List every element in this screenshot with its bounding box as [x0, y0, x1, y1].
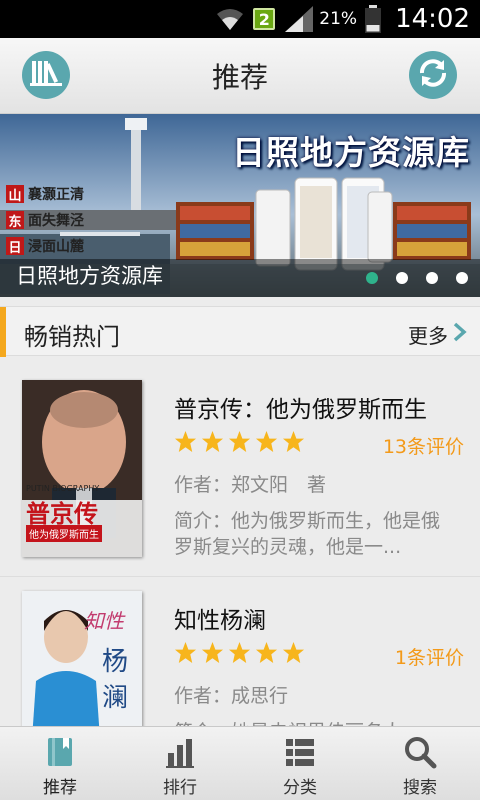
- pager-dot[interactable]: [366, 272, 378, 284]
- tab-ranking[interactable]: 排行: [120, 727, 240, 800]
- star-icon: [228, 430, 251, 453]
- star-icon: [255, 430, 278, 453]
- tab-search[interactable]: 搜索: [360, 727, 480, 800]
- more-link[interactable]: 更多: [408, 320, 448, 349]
- slogan-badge: 东: [6, 211, 24, 230]
- section-title: 畅销热门: [24, 323, 120, 351]
- clock: 14:02: [395, 4, 470, 34]
- star-icon: [255, 641, 278, 664]
- refresh-button[interactable]: [409, 51, 457, 99]
- refresh-icon: [416, 56, 450, 94]
- status-bar: 2 21% 14:02: [0, 0, 480, 38]
- cover-headline: 普京传: [26, 500, 98, 528]
- battery-percent: 21%: [319, 9, 358, 29]
- banner-slogan-1: 山 襄灏正清: [6, 184, 116, 204]
- banner-caption: 日照地方资源库: [16, 264, 163, 288]
- section-header: 畅销热门 更多: [0, 306, 480, 357]
- slogan-text: 襄灏正清: [28, 187, 84, 203]
- app-header: 推荐: [0, 38, 480, 114]
- star-icon: [228, 641, 251, 664]
- book-title[interactable]: 知性杨澜: [174, 601, 266, 635]
- battery-icon: [365, 5, 382, 33]
- banner-headline: 日照地方资源库: [232, 133, 470, 172]
- star-icon: [282, 430, 305, 453]
- cover-headline: 知性: [84, 609, 124, 633]
- promo-banner[interactable]: 日照地方资源库 山 襄灏正清 东 面失舞泾 日 浸面山麓 日照地方资源库: [0, 114, 480, 297]
- cover-caption: PUTIN BIOGRAPHY: [26, 484, 100, 493]
- tab-label: 搜索: [403, 778, 437, 798]
- slogan-text: 面失舞泾: [28, 213, 84, 229]
- chevron-right-icon[interactable]: [452, 322, 468, 342]
- star-icon: [174, 430, 197, 453]
- book-author: 作者：成思行: [174, 685, 289, 707]
- list-icon: [283, 735, 317, 769]
- rating-stars: [174, 641, 305, 664]
- banner-pager: [366, 272, 468, 284]
- star-icon: [201, 641, 224, 664]
- tab-category[interactable]: 分类: [240, 727, 360, 800]
- pager-dot[interactable]: [426, 272, 438, 284]
- book-cover[interactable]: PUTIN BIOGRAPHY 普京传 他为俄罗斯而生: [22, 380, 142, 557]
- signal-icon: [283, 6, 315, 32]
- book-list: PUTIN BIOGRAPHY 普京传 他为俄罗斯而生 普京传：他为俄罗斯而生 …: [0, 366, 480, 788]
- slogan-text: 浸面山麓: [28, 239, 84, 255]
- tab-label: 分类: [283, 778, 317, 798]
- bookshelf-icon: [30, 59, 62, 91]
- star-icon: [282, 641, 305, 664]
- wifi-icon: [215, 6, 245, 32]
- rating-stars: [174, 430, 305, 453]
- tab-label: 推荐: [43, 778, 77, 798]
- banner-slogan-3: 日 浸面山麓: [6, 236, 116, 256]
- slogan-badge: 日: [6, 237, 24, 256]
- book-description: 简介：他为俄罗斯而生，他是俄罗斯复兴的灵魂，他是一...: [174, 510, 441, 558]
- bar-chart-icon: [163, 735, 197, 769]
- cover-name-top: 杨: [102, 647, 129, 677]
- tab-label: 排行: [163, 778, 197, 798]
- bottom-nav: 推荐 排行 分类 搜索: [0, 726, 480, 800]
- book-title[interactable]: 普京传：他为俄罗斯而生: [174, 390, 427, 424]
- tab-recommend[interactable]: 推荐: [0, 727, 120, 800]
- star-icon: [201, 430, 224, 453]
- review-count: 1条评价: [394, 647, 464, 669]
- section-accent-bar: [0, 307, 6, 357]
- page-title: 推荐: [211, 60, 268, 94]
- banner-slogan-2: 东 面失舞泾: [6, 210, 116, 230]
- review-count: 13条评价: [382, 436, 464, 458]
- sim-icon: 2: [253, 8, 276, 30]
- pager-dot[interactable]: [456, 272, 468, 284]
- slogan-badge: 山: [6, 185, 24, 204]
- bookshelf-button[interactable]: [22, 51, 70, 99]
- book-icon: [43, 735, 77, 769]
- cover-subline: 他为俄罗斯而生: [26, 525, 102, 542]
- list-item[interactable]: PUTIN BIOGRAPHY 普京传 他为俄罗斯而生 普京传：他为俄罗斯而生 …: [0, 366, 480, 577]
- search-icon: [403, 735, 437, 769]
- app-root: 2 21% 14:02 推荐 日照地方资源库 山 襄灏正清 东 面失舞泾 日 浸…: [0, 0, 480, 800]
- book-author: 作者：郑文阳 著: [174, 474, 327, 496]
- pager-dot[interactable]: [396, 272, 408, 284]
- cover-name-bottom: 澜: [102, 683, 129, 713]
- star-icon: [174, 641, 197, 664]
